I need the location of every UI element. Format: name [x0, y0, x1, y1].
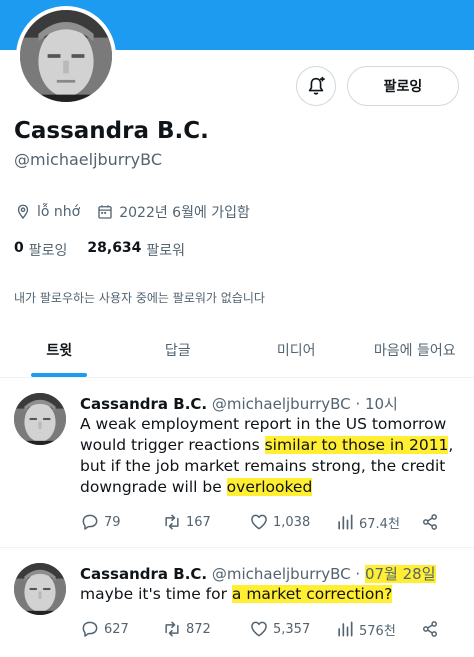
reply-count: 79: [104, 514, 121, 530]
bell-plus-icon: [308, 76, 325, 95]
profile-display-name: Cassandra B.C.: [14, 118, 209, 144]
tab-replies[interactable]: 답글: [119, 322, 238, 377]
heart-icon: [251, 621, 267, 637]
followers-count-link[interactable]: 28,634 팔로워: [87, 240, 185, 260]
retweet-icon: [165, 621, 179, 637]
views-count: 67.4천: [359, 516, 400, 532]
reply-icon: [82, 514, 98, 530]
location-pin-icon: [17, 204, 29, 220]
following-button[interactable]: 팔로잉: [347, 66, 459, 106]
notification-subscribe-button[interactable]: [296, 66, 336, 106]
tab-media[interactable]: 미디어: [237, 322, 356, 377]
tweet-author-handle[interactable]: @michaeljburryBC: [212, 395, 351, 413]
avatar-photo: [14, 563, 66, 615]
like-count: 5,357: [273, 621, 311, 637]
retweet-count: 167: [186, 514, 211, 530]
retweet-icon: [165, 514, 179, 530]
highlighted-text: similar to those in 2011: [264, 436, 449, 454]
tweet-actions: 627 872 5,357 576천: [80, 619, 450, 639]
views-count: 576천: [359, 623, 396, 639]
tab-label: 답글: [164, 342, 191, 359]
reply-icon: [82, 621, 98, 637]
tweet-header: Cassandra B.C. @michaeljburryBC · 07월 28…: [80, 563, 436, 584]
tweet-text-part: maybe it's time for: [80, 585, 232, 603]
share-button[interactable]: [420, 619, 444, 639]
like-button[interactable]: 1,038: [249, 512, 335, 532]
following-count-link[interactable]: 0 팔로잉: [14, 240, 67, 260]
tweet-author-avatar[interactable]: [14, 563, 66, 615]
views-button[interactable]: 576천: [335, 619, 420, 639]
profile-tabs: 트윗 답글 미디어 마음에 들어요: [0, 322, 474, 378]
tab-tweets[interactable]: 트윗: [0, 322, 119, 377]
tweet-author-name[interactable]: Cassandra B.C.: [80, 565, 207, 583]
like-button[interactable]: 5,357: [249, 619, 335, 639]
reply-count: 627: [104, 621, 129, 637]
highlighted-text: overlooked: [226, 478, 313, 496]
tweet-time-separator: ·: [350, 565, 365, 583]
follow-counts: 0 팔로잉 28,634 팔로워: [14, 240, 205, 260]
reply-button[interactable]: 79: [80, 512, 162, 532]
tweet-author-name[interactable]: Cassandra B.C.: [80, 395, 207, 413]
highlighted-text: a market correction?: [231, 585, 393, 603]
tweet-timestamp[interactable]: · 10시: [355, 395, 397, 413]
avatar-photo: [20, 10, 112, 102]
profile-location: lỗ nhớ: [37, 204, 81, 220]
share-button[interactable]: [420, 512, 444, 532]
heart-icon: [251, 514, 267, 530]
retweet-count: 872: [186, 621, 211, 637]
tweet-text: A weak employment report in the US tomor…: [80, 414, 464, 498]
tweet[interactable]: Cassandra B.C. @michaeljburryBC · 07월 28…: [0, 549, 474, 657]
views-chart-icon: [338, 514, 353, 530]
active-tab-indicator: [31, 373, 88, 377]
followers-you-know-notice: 내가 팔로우하는 사용자 중에는 팔로워가 없습니다: [14, 291, 265, 305]
profile-avatar[interactable]: [16, 6, 116, 106]
like-count: 1,038: [273, 514, 311, 530]
avatar-photo: [14, 393, 66, 445]
views-button[interactable]: 67.4천: [335, 512, 420, 532]
retweet-button[interactable]: 167: [162, 512, 249, 532]
share-icon: [423, 621, 437, 637]
tweet-timestamp[interactable]: 07월 28일: [364, 565, 436, 583]
following-count: 0: [14, 240, 24, 256]
profile-handle: @michaeljburryBC: [14, 150, 163, 169]
tab-label: 트윗: [46, 342, 73, 359]
followers-label: 팔로워: [146, 243, 186, 259]
share-icon: [423, 514, 437, 530]
tweet-text: maybe it's time for a market correction?: [80, 584, 464, 605]
tweet-author-handle[interactable]: @michaeljburryBC: [212, 565, 351, 583]
tweet-actions: 79 167 1,038 67.4천: [80, 512, 450, 532]
tweet[interactable]: Cassandra B.C. @michaeljburryBC · 10시 A …: [0, 379, 474, 548]
profile-joined-date: 2022년 6월에 가입함: [119, 205, 250, 221]
tweet-author-avatar[interactable]: [14, 393, 66, 445]
views-chart-icon: [338, 621, 353, 637]
tab-likes[interactable]: 마음에 들어요: [356, 322, 474, 377]
tab-label: 미디어: [276, 342, 316, 359]
profile-meta: lỗ nhớ 2022년 6월에 가입함: [14, 202, 250, 222]
followers-count: 28,634: [87, 240, 142, 256]
tweet-header: Cassandra B.C. @michaeljburryBC · 10시: [80, 393, 398, 414]
tab-label: 마음에 들어요: [373, 342, 456, 359]
calendar-icon: [98, 205, 112, 219]
retweet-button[interactable]: 872: [162, 619, 249, 639]
following-label: 팔로잉: [28, 243, 68, 259]
reply-button[interactable]: 627: [80, 619, 162, 639]
